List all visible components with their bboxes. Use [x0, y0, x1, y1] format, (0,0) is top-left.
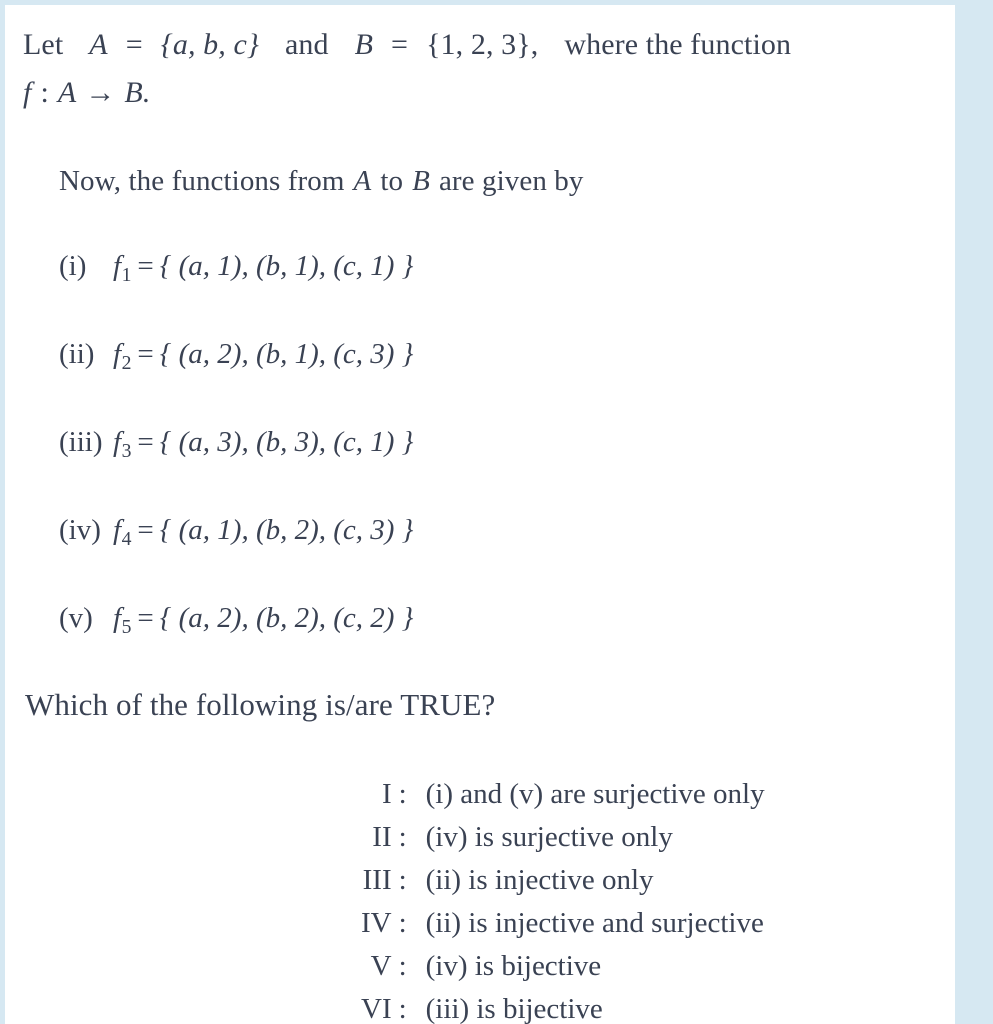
option-numeral: V [370, 950, 392, 982]
question-prompt: Which of the following is/are TRUE? [25, 687, 496, 722]
function-name: f [113, 338, 122, 370]
option-text: (i) and (v) are surjective only [425, 778, 765, 810]
option-row[interactable]: II : (iv) is surjective only [361, 816, 765, 859]
intro-line-2: f: A → B. [23, 75, 150, 111]
function-definition-row: (i) f1 ={ (a, 1), (b, 1), (c, 1) } [59, 250, 413, 287]
intro-where-tail: where the function [564, 28, 792, 61]
option-colon: : [398, 993, 407, 1024]
function-subscript: 1 [121, 264, 132, 287]
function-name: f [113, 514, 122, 546]
now-prefix: Now, the functions from [59, 165, 345, 197]
set-a-value: {a, b, c} [160, 28, 259, 61]
intro-and-word: and [284, 28, 329, 61]
function-equals: = [137, 602, 154, 634]
option-text: (iv) is surjective only [425, 821, 673, 853]
function-definition-row: (v) f5 ={ (a, 2), (b, 2), (c, 2) } [59, 602, 413, 639]
option-numeral: VI [361, 993, 392, 1024]
function-subscript: 3 [121, 440, 132, 463]
function-equals: = [137, 426, 154, 458]
option-row[interactable]: IV : (ii) is injective and surjective [361, 902, 765, 945]
option-row[interactable]: III : (ii) is injective only [361, 859, 765, 902]
function-tag: (i) [59, 250, 87, 282]
function-value: { (a, 1), (b, 2), (c, 3) } [159, 514, 414, 546]
function-value: { (a, 2), (b, 1), (c, 3) } [159, 338, 414, 370]
option-colon: : [398, 950, 407, 982]
function-definition-row: (iv) f4 ={ (a, 1), (b, 2), (c, 3) } [59, 514, 413, 551]
set-a-name: A [89, 28, 108, 61]
function-value: { (a, 1), (b, 1), (c, 1) } [159, 250, 414, 282]
function-value: { (a, 3), (b, 3), (c, 1) } [159, 426, 414, 458]
intro-equals-1: = [125, 28, 143, 61]
option-numeral: II [372, 821, 392, 853]
intro-equals-2: = [391, 28, 409, 61]
function-definition-row: (ii) f2 ={ (a, 2), (b, 1), (c, 3) } [59, 338, 413, 375]
function-definition-row: (iii) f3 ={ (a, 3), (b, 3), (c, 1) } [59, 426, 413, 463]
function-name: f [113, 602, 122, 634]
function-symbol: f [23, 76, 32, 109]
page-background: Let A = {a, b, c} and B = {1, 2, 3}, where the f… [0, 0, 993, 1024]
intro-line-1: Let A = {a, b, c} and B = {1, 2, 3}, where the f… [23, 27, 943, 63]
intro-let-word: Let [23, 28, 64, 61]
now-suffix: are given by [438, 165, 584, 197]
mapping-codomain: B. [124, 76, 151, 109]
option-numeral: IV [361, 907, 392, 939]
function-tag: (v) [59, 602, 93, 634]
now-domain: A [353, 165, 372, 197]
function-tag: (iii) [59, 426, 103, 458]
function-name: f [113, 250, 122, 282]
set-b-value: {1, 2, 3}, [426, 28, 539, 61]
function-tag: (ii) [59, 338, 95, 370]
function-subscript: 5 [121, 616, 132, 639]
mapping-colon: : [40, 76, 49, 109]
option-row[interactable]: VI : (iii) is bijective [361, 988, 765, 1024]
now-codomain: B [412, 165, 430, 197]
function-equals: = [137, 250, 154, 282]
option-text: (iv) is bijective [425, 950, 602, 982]
options-list: I : (i) and (v) are surjective only II :… [361, 773, 765, 1024]
now-statement-line: Now, the functions from Ato Bare given by [59, 165, 583, 198]
question-paper: Let A = {a, b, c} and B = {1, 2, 3}, where the f… [5, 5, 955, 1024]
mapping-arrow-icon: → [85, 76, 116, 109]
function-equals: = [137, 338, 154, 370]
option-text: (iii) is bijective [425, 993, 603, 1024]
function-subscript: 4 [121, 528, 132, 551]
function-name: f [113, 426, 122, 458]
mapping-domain: A [57, 76, 77, 109]
option-text: (ii) is injective and surjective [425, 907, 764, 939]
option-row[interactable]: I : (i) and (v) are surjective only [361, 773, 765, 816]
option-numeral: III [362, 864, 392, 896]
now-middle: to [380, 165, 404, 197]
function-tag: (iv) [59, 514, 101, 546]
option-text: (ii) is injective only [425, 864, 654, 896]
set-b-name: B [354, 28, 374, 61]
function-value: { (a, 2), (b, 2), (c, 2) } [159, 602, 414, 634]
option-row[interactable]: V : (iv) is bijective [361, 945, 765, 988]
function-equals: = [137, 514, 154, 546]
option-colon: : [398, 907, 407, 939]
option-colon: : [398, 864, 407, 896]
option-colon: : [398, 821, 407, 853]
option-numeral: I [381, 778, 392, 810]
function-subscript: 2 [121, 352, 132, 375]
option-colon: : [398, 778, 407, 810]
